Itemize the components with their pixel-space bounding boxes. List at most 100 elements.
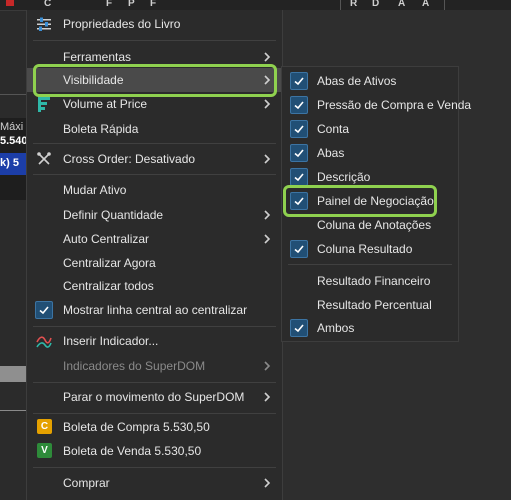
checkbox-checked[interactable]: [290, 96, 308, 114]
menu-item-label: Propriedades do Livro: [63, 17, 181, 31]
menu-item-mostrar-linha-central[interactable]: Mostrar linha central ao centralizar: [27, 298, 282, 322]
check-icon: [294, 324, 304, 333]
menu-separator: [288, 264, 452, 265]
toolbar-separator: [340, 0, 341, 10]
menu-item-label: Parar o movimento do SuperDOM: [63, 390, 245, 404]
submenu-item-label: Abas de Ativos: [317, 74, 397, 88]
menu-item-indicadores-superdom[interactable]: Indicadores do SuperDOM: [27, 354, 282, 378]
checkbox-checked[interactable]: [35, 301, 53, 319]
visibilidade-highlight-ring: [33, 64, 277, 97]
checkbox-checked[interactable]: [290, 120, 308, 138]
submenu-item-resultado-percentual[interactable]: Resultado Percentual: [282, 293, 458, 317]
cross-order-icon: [37, 152, 51, 165]
indicator-icon: [36, 336, 52, 348]
submenu-item-abas-ativos[interactable]: Abas de Ativos: [282, 69, 458, 93]
toolbar-letter[interactable]: A: [398, 0, 405, 9]
check-icon: [294, 173, 304, 182]
menu-item-label: Mudar Ativo: [63, 183, 127, 197]
menu-item-label: Auto Centralizar: [63, 232, 150, 246]
menu-item-auto-centralizar[interactable]: Auto Centralizar: [27, 227, 282, 251]
menu-item-label: Ferramentas: [63, 50, 132, 64]
checkbox-checked[interactable]: [290, 144, 308, 162]
menu-item-mudar-ativo[interactable]: Mudar Ativo: [27, 178, 282, 202]
menu-item-propriedades[interactable]: Propriedades do Livro: [27, 12, 282, 36]
chevron-right-icon: [264, 361, 271, 371]
toolbar-separator: [444, 0, 445, 10]
submenu-item-label: Resultado Financeiro: [317, 274, 431, 288]
toolbar-letter[interactable]: F: [106, 0, 112, 9]
menu-separator: [33, 467, 276, 468]
background-bar: [0, 366, 28, 382]
submenu-item-abas[interactable]: Abas: [282, 141, 458, 165]
menu-item-label: Centralizar Agora: [63, 256, 156, 270]
check-icon: [294, 245, 304, 254]
menu-item-label: Boleta de Venda 5.530,50: [63, 444, 202, 458]
menu-item-cross-order[interactable]: Cross Order: Desativado: [27, 147, 282, 171]
submenu-item-coluna-resultado[interactable]: Coluna Resultado: [282, 237, 458, 261]
submenu-item-pressao[interactable]: Pressão de Compra e Venda: [282, 93, 471, 117]
toolbar-letter[interactable]: D: [372, 0, 379, 9]
checkbox-checked[interactable]: [290, 168, 308, 186]
check-icon: [294, 101, 304, 110]
check-icon: [294, 149, 304, 158]
submenu-item-label: Coluna Resultado: [317, 242, 413, 256]
background-divider: [0, 94, 28, 95]
chevron-right-icon: [264, 478, 271, 488]
menu-item-definir-quantidade[interactable]: Definir Quantidade: [27, 203, 282, 227]
sell-badge-icon: V: [37, 443, 52, 458]
toolbar-letter[interactable]: P: [128, 0, 135, 9]
menu-item-label: Cross Order: Desativado: [63, 152, 196, 166]
menu-item-centralizar-todos[interactable]: Centralizar todos: [27, 274, 282, 298]
chevron-right-icon: [264, 154, 271, 164]
submenu-item-conta[interactable]: Conta: [282, 117, 458, 141]
chevron-right-icon: [264, 52, 271, 62]
menu-item-label: Indicadores do SuperDOM: [63, 359, 206, 373]
chevron-right-icon: [264, 392, 271, 402]
menu-separator: [33, 326, 276, 327]
menu-item-label: Mostrar linha central ao centralizar: [63, 303, 248, 317]
menu-item-boleta-venda[interactable]: V Boleta de Venda 5.530,50: [27, 439, 282, 463]
menu-separator: [33, 143, 276, 144]
menu-item-centralizar-agora[interactable]: Centralizar Agora: [27, 251, 282, 275]
chevron-right-icon: [264, 99, 271, 109]
sliders-icon: [37, 17, 51, 31]
menu-item-inserir-indicador[interactable]: Inserir Indicador...: [27, 329, 282, 353]
submenu-item-label: Pressão de Compra e Venda: [317, 98, 472, 112]
menu-item-label: Volume at Price: [63, 97, 148, 111]
menu-separator: [33, 40, 276, 41]
background-divider: [0, 410, 28, 411]
checkbox-checked[interactable]: [290, 319, 308, 337]
toolbar-letter[interactable]: R: [350, 0, 357, 9]
check-icon: [39, 306, 49, 315]
submenu-item-ambos[interactable]: Ambos: [282, 316, 458, 340]
menu-item-label: Centralizar todos: [63, 279, 154, 293]
menu-separator: [33, 174, 276, 175]
red-marker: [6, 0, 14, 6]
menu-item-label: Inserir Indicador...: [63, 334, 159, 348]
check-icon: [294, 77, 304, 86]
submenu-item-resultado-financeiro[interactable]: Resultado Financeiro: [282, 269, 458, 293]
volume-bars-icon: [38, 96, 50, 112]
checkbox-checked[interactable]: [290, 72, 308, 90]
submenu-item-label: Ambos: [317, 321, 355, 335]
toolbar-letter[interactable]: C: [44, 0, 51, 9]
menu-separator: [33, 413, 276, 414]
menu-item-label: Boleta Rápida: [63, 122, 139, 136]
submenu-item-label: Abas: [317, 146, 345, 160]
menu-item-label: Boleta de Compra 5.530,50: [63, 420, 210, 434]
menu-separator: [33, 382, 276, 383]
submenu-item-label: Conta: [317, 122, 350, 136]
menu-item-parar-movimento[interactable]: Parar o movimento do SuperDOM: [27, 385, 282, 409]
checkbox-checked[interactable]: [290, 240, 308, 258]
chevron-right-icon: [264, 234, 271, 244]
menu-item-label: Definir Quantidade: [63, 208, 164, 222]
submenu-item-label: Coluna de Anotações: [317, 218, 432, 232]
price-highlight: k) 5: [0, 153, 28, 175]
submenu-item-label: Resultado Percentual: [317, 298, 432, 312]
painel-negociacao-highlight-ring: [283, 185, 437, 217]
menu-item-comprar[interactable]: Comprar: [27, 471, 282, 495]
toolbar-letter[interactable]: F: [150, 0, 156, 9]
menu-item-boleta-compra[interactable]: C Boleta de Compra 5.530,50: [27, 415, 282, 439]
toolbar-letter[interactable]: A: [422, 0, 429, 9]
menu-item-boleta-rapida[interactable]: Boleta Rápida: [27, 117, 282, 141]
